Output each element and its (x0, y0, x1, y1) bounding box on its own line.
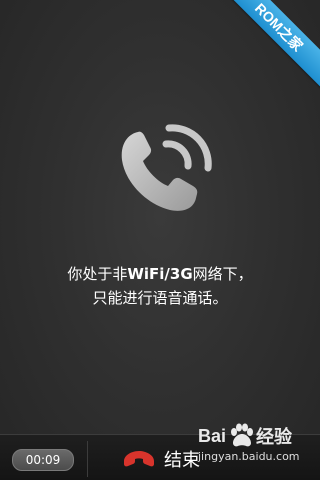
phone-wifi-call-icon (121, 124, 212, 211)
call-timer: 00:09 (12, 449, 74, 471)
message-line-2: 只能进行语音通话。 (92, 289, 228, 307)
bar-divider (87, 441, 88, 477)
end-call-label: 结束 (164, 450, 200, 471)
message-line-1: 你处于非WiFi/3G网络下， (0, 262, 320, 286)
network-warning-message: 你处于非WiFi/3G网络下， 只能进行语音通话。 (0, 262, 320, 310)
call-screen: ROM之家 你处于非WiFi/3G网络下， 只能进行语音通话。 00:09 结束… (0, 0, 320, 480)
message-line-1-prefix: 你处于非 (67, 265, 128, 283)
end-call-button[interactable]: 结束 (122, 443, 232, 475)
network-type-text: WiFi/3G (127, 265, 193, 283)
call-control-bar: 00:09 结束 (0, 434, 320, 480)
hang-up-icon (124, 451, 154, 467)
rom-badge: ROM之家 (216, 0, 320, 90)
message-line-1-suffix: 网络下， (192, 265, 253, 283)
